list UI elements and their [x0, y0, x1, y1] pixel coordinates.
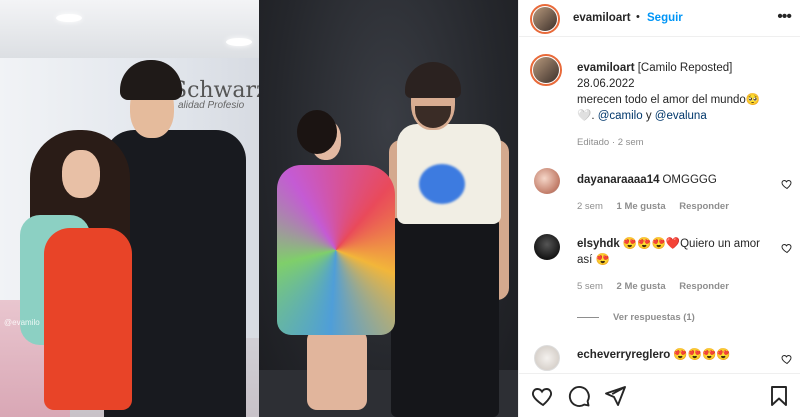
photo-watermark: @evamilo: [4, 318, 40, 327]
commenter-avatar[interactable]: [534, 345, 560, 371]
like-icon[interactable]: [531, 384, 555, 408]
action-bar: [519, 373, 800, 417]
caption-time[interactable]: 2 sem: [618, 137, 644, 148]
follow-button[interactable]: Seguir: [647, 12, 683, 24]
like-comment-icon[interactable]: [781, 242, 793, 254]
comment-meta: 5 sem 2 Me gusta Responder: [577, 281, 740, 292]
view-replies-label: Ver respuestas (1): [613, 312, 695, 323]
comments-list[interactable]: evamiloart [Camilo Reposted] 28.06.2022 …: [519, 38, 800, 373]
comment-icon[interactable]: [567, 384, 591, 408]
post-header: evamiloart • Seguir •••: [519, 0, 800, 37]
avatar-image: [533, 7, 557, 31]
caption-message: merecen todo el amor del mundo🥺: [577, 94, 761, 106]
reply-button[interactable]: Responder: [679, 281, 729, 292]
author-avatar[interactable]: [530, 4, 560, 34]
woman-figure-hair: [297, 110, 337, 154]
comment-text: elsyhdk 😍😍😍❤️Quiero un amor así 😍: [577, 236, 777, 268]
man-figure-hair: [405, 62, 461, 98]
caption-username[interactable]: evamiloart: [577, 62, 635, 74]
banner-subtext: alidad Profesio: [178, 100, 245, 111]
commenter-avatar[interactable]: [534, 168, 560, 194]
ceiling: [0, 0, 259, 58]
post-media[interactable]: Schwarz alidad Profesio @evamilo: [0, 0, 518, 417]
reply-button[interactable]: Responder: [679, 201, 729, 212]
comment-text: echeverryreglero 😍😍😍😍: [577, 347, 777, 363]
comment-time[interactable]: 5 sem: [577, 281, 603, 292]
comment-likes[interactable]: 1 Me gusta: [617, 201, 666, 212]
caption-heart: 🤍.: [577, 110, 598, 122]
comment-time[interactable]: 2 sem: [577, 201, 603, 212]
caption-connector: y: [642, 110, 655, 122]
girl-figure-dress: [44, 228, 132, 410]
ceiling-light: [56, 14, 82, 22]
caption-meta: Editado · 2 sem: [577, 137, 644, 148]
comment-meta: 2 sem 1 Me gusta Responder: [577, 201, 740, 212]
commenter-username[interactable]: echeverryreglero: [577, 349, 670, 361]
commenter-avatar[interactable]: [534, 234, 560, 260]
avatar-image: [533, 57, 559, 83]
like-comment-icon[interactable]: [781, 178, 793, 190]
caption-line1: [Camilo Reposted]: [637, 62, 733, 74]
commenter-username[interactable]: elsyhdk: [577, 238, 620, 250]
commenter-username[interactable]: dayanaraaaa14: [577, 174, 659, 186]
like-comment-icon[interactable]: [781, 353, 793, 365]
replies-line: [577, 317, 599, 318]
author-username[interactable]: evamiloart: [573, 12, 631, 24]
caption-date: 28.06.2022: [577, 78, 635, 90]
shirt-heart-print: [419, 164, 465, 204]
woman-figure-legs: [307, 330, 367, 410]
caption-avatar[interactable]: [530, 54, 562, 86]
girl-figure-face: [62, 150, 100, 198]
photo-right-panel: [259, 0, 518, 417]
post-caption: evamiloart [Camilo Reposted] 28.06.2022 …: [577, 60, 787, 124]
mention-link[interactable]: @evaluna: [655, 110, 707, 122]
man-figure-pants: [391, 218, 499, 417]
photo-left-panel: Schwarz alidad Profesio @evamilo: [0, 0, 259, 417]
view-replies-button[interactable]: Ver respuestas (1): [577, 312, 695, 323]
comment-text: dayanaraaaa14 OMGGGG: [577, 172, 777, 188]
comment-likes[interactable]: 2 Me gusta: [617, 281, 666, 292]
share-icon[interactable]: [603, 384, 627, 408]
bookmark-icon[interactable]: [767, 384, 791, 408]
comment-body: 😍😍😍😍: [673, 349, 731, 361]
header-separator: •: [636, 11, 640, 23]
comment-body: OMGGGG: [662, 174, 717, 186]
more-options-icon[interactable]: •••: [777, 9, 792, 25]
woman-figure-dress: [277, 165, 395, 335]
ceiling-light: [226, 38, 252, 46]
edited-label: Editado: [577, 137, 610, 148]
post-side-panel: evamiloart • Seguir ••• evamiloart [Cami…: [518, 0, 800, 417]
mention-link[interactable]: @camilo: [598, 110, 643, 122]
